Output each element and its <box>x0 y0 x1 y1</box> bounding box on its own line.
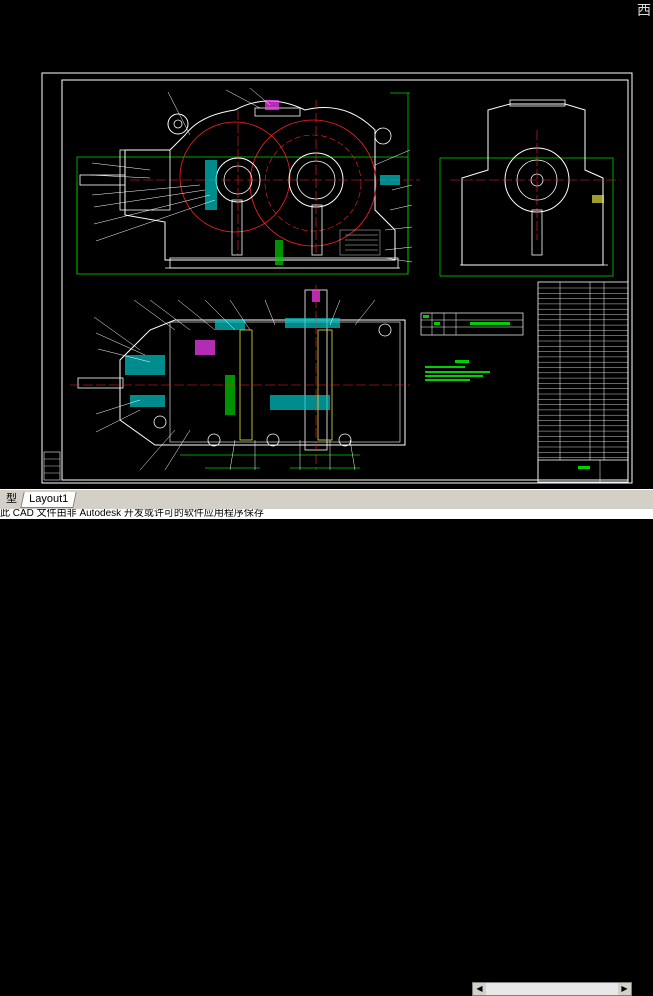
tab-layout1[interactable]: Layout1 <box>20 492 77 508</box>
window-corner-text: 西 <box>637 3 651 19</box>
sheet-inner-border <box>61 79 629 481</box>
status-bar: 此 CAD 文件由非 Autodesk 开发或许可的软件应用程序保存 <box>0 509 653 519</box>
side-view <box>439 99 620 277</box>
parts-list <box>537 281 629 483</box>
spec-table <box>420 312 524 336</box>
scroll-left-arrow-icon[interactable]: ◀ <box>473 983 486 995</box>
tech-notes <box>425 360 490 381</box>
tab-layout1-label: Layout1 <box>29 493 69 505</box>
horizontal-scrollbar[interactable]: ◀ ▶ <box>472 982 632 996</box>
scroll-right-arrow-icon[interactable]: ▶ <box>618 983 631 995</box>
drawing-canvas[interactable] <box>0 0 653 489</box>
front-view <box>76 87 420 275</box>
plan-view <box>70 285 410 471</box>
tab-model[interactable]: 型 <box>0 492 23 507</box>
layout-tab-bar: 型 Layout1 ◀ ▶ <box>0 489 653 996</box>
sheet-outer-border <box>41 72 633 484</box>
